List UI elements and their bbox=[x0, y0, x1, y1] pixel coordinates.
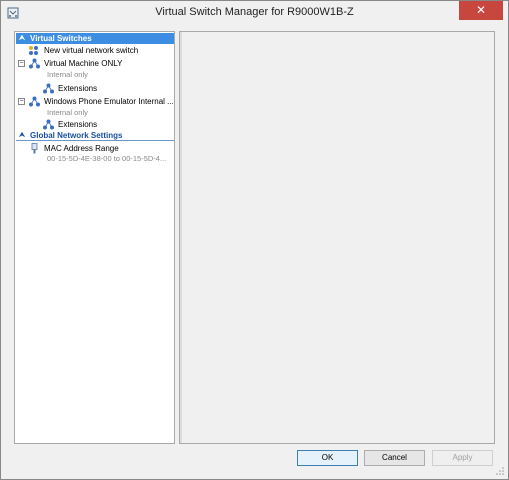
apply-button[interactable]: Apply bbox=[432, 450, 493, 466]
tree-item-switch-wp-emulator[interactable]: − Windows Phone Emulator Internal ... bbox=[15, 96, 173, 107]
new-switch-icon bbox=[29, 46, 38, 55]
tree-item-new-switch[interactable]: New virtual network switch bbox=[15, 45, 173, 56]
network-switch-icon bbox=[29, 58, 40, 69]
network-switch-icon bbox=[43, 119, 54, 130]
details-pane bbox=[179, 31, 495, 444]
cancel-button[interactable]: Cancel bbox=[364, 450, 425, 466]
mac-address-range-label: MAC Address Range bbox=[44, 144, 119, 153]
double-chevron-up-icon[interactable]: ⮝ bbox=[19, 33, 25, 44]
section-global-network-settings[interactable]: ⮝ Global Network Settings bbox=[16, 130, 174, 141]
details-pane-inner bbox=[180, 32, 494, 443]
tree-item-switch1-extensions[interactable]: Extensions bbox=[15, 83, 173, 94]
close-button[interactable]: ✕ bbox=[459, 1, 503, 20]
section-global-network-settings-label: Global Network Settings bbox=[30, 131, 123, 140]
switch-wp-emulator-type: Internal only bbox=[47, 108, 88, 117]
mac-address-range-value: 00-15-5D-4E-38-00 to 00-15-5D-4... bbox=[47, 154, 167, 163]
switch1-extensions-label: Extensions bbox=[58, 84, 98, 93]
switch-vm-only-label: Virtual Machine ONLY bbox=[44, 59, 123, 68]
network-switch-icon bbox=[43, 83, 54, 94]
section-virtual-switches-label: Virtual Switches bbox=[30, 34, 92, 43]
double-chevron-up-icon[interactable]: ⮝ bbox=[19, 130, 25, 141]
switch-vm-only-type: Internal only bbox=[47, 70, 88, 79]
collapse-toggle-icon[interactable]: − bbox=[18, 60, 25, 67]
ok-button[interactable]: OK bbox=[297, 450, 358, 466]
switch-wp-emulator-label: Windows Phone Emulator Internal ... bbox=[44, 97, 173, 106]
new-switch-label: New virtual network switch bbox=[44, 46, 139, 55]
switch2-extensions-label: Extensions bbox=[58, 120, 98, 129]
window-title: Virtual Switch Manager for R9000W1B-Z bbox=[155, 6, 354, 18]
mac-address-icon bbox=[31, 143, 38, 154]
network-switch-icon bbox=[29, 96, 40, 107]
tree-item-mac-address-range[interactable]: MAC Address Range bbox=[15, 143, 173, 154]
tree-item-switch-vm-only[interactable]: − Virtual Machine ONLY bbox=[15, 58, 173, 69]
section-virtual-switches[interactable]: ⮝ Virtual Switches bbox=[16, 33, 174, 44]
navigation-pane[interactable]: ⮝ Virtual Switches New virtual network s… bbox=[14, 31, 175, 444]
collapse-toggle-icon[interactable]: − bbox=[18, 98, 25, 105]
resize-grip-icon[interactable] bbox=[495, 466, 505, 476]
virtual-switch-manager-window: Virtual Switch Manager for R9000W1B-Z ✕ … bbox=[0, 0, 509, 480]
tree-item-switch2-extensions[interactable]: Extensions bbox=[15, 119, 173, 130]
title-bar[interactable]: Virtual Switch Manager for R9000W1B-Z ✕ bbox=[1, 1, 508, 25]
